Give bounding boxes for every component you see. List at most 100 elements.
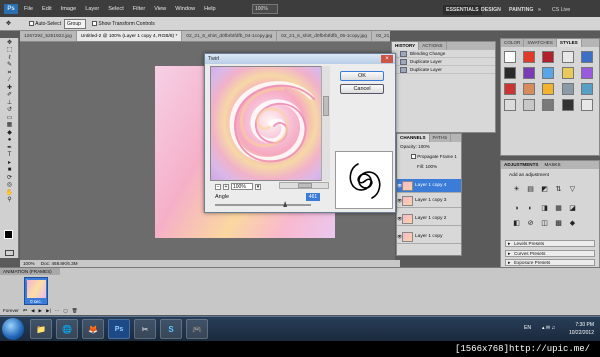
menu-help[interactable]: Help — [204, 3, 216, 15]
tray-icons[interactable]: ▴ ✉ ♫ — [542, 324, 555, 332]
layer-row[interactable]: 👁 Layer 1 copy 2 — [397, 212, 461, 226]
style-swatch[interactable] — [561, 83, 574, 95]
eyedropper-icon[interactable]: ⁄ — [3, 77, 16, 83]
healing-icon[interactable]: ✚ — [3, 85, 16, 91]
style-swatch[interactable] — [542, 83, 555, 95]
dodge-icon[interactable]: ● — [3, 137, 16, 143]
tab-channels[interactable]: CHANNELS — [397, 134, 430, 142]
history-item[interactable]: Blending Change — [392, 50, 495, 58]
tab-swatches[interactable]: SWATCHES — [524, 39, 557, 47]
brush-icon[interactable]: ✐ — [3, 92, 16, 98]
menu-edit[interactable]: Edit — [42, 3, 52, 15]
next-frame-icon[interactable]: ▶| — [46, 308, 51, 314]
adjustment-type-icon[interactable]: ◫ — [539, 219, 550, 228]
menu-window[interactable]: Window — [175, 3, 195, 15]
preview-horizontal-scrollbar[interactable] — [279, 182, 329, 189]
fill-control[interactable]: Fill: 100% — [417, 164, 437, 169]
type-icon[interactable]: T — [3, 152, 16, 158]
close-icon[interactable]: × — [381, 55, 393, 63]
menu-select[interactable]: Select — [108, 3, 124, 15]
zoom-icon[interactable]: ⚲ — [3, 197, 16, 203]
style-swatch[interactable] — [523, 67, 536, 79]
tab-history[interactable]: HISTORY — [392, 42, 420, 50]
style-swatch[interactable] — [523, 51, 536, 63]
style-swatch[interactable] — [580, 67, 593, 79]
game-taskbar-icon[interactable]: 🎮 — [186, 319, 208, 339]
workspace-painting[interactable]: PAINTING — [509, 5, 533, 15]
cs-live-button[interactable]: CS Live — [552, 5, 570, 15]
menu-filter[interactable]: Filter — [133, 3, 145, 15]
quick-mask-icon[interactable] — [5, 250, 14, 256]
style-swatch[interactable] — [580, 83, 593, 95]
snipping-taskbar-icon[interactable]: ✂ — [134, 319, 156, 339]
menu-view[interactable]: View — [154, 3, 166, 15]
menu-layer[interactable]: Layer — [85, 3, 99, 15]
eye-icon[interactable]: 👁 — [397, 234, 402, 239]
adjustment-type-icon[interactable]: ◪ — [567, 204, 578, 213]
cancel-button[interactable]: Cancel — [340, 84, 384, 94]
style-swatch[interactable] — [561, 51, 574, 63]
zoom-out-button[interactable]: − — [215, 183, 221, 190]
tab-paths[interactable]: PATHS — [430, 134, 452, 142]
adjustment-type-icon[interactable]: ◐ — [525, 204, 536, 213]
hand-icon[interactable]: ✋ — [3, 190, 16, 196]
tab-doc-3[interactable]: 02_21_6_shirt_d0fbrbtfdfb_04-1copy.jpg — [182, 31, 278, 41]
adjustment-type-icon[interactable]: ◨ — [539, 204, 550, 213]
show-transform-checkbox[interactable] — [92, 21, 97, 27]
tween-icon[interactable]: ⋯ — [55, 308, 60, 314]
adjustment-type-icon[interactable]: ▽ — [567, 185, 578, 194]
clock-time[interactable]: 7:30 PM — [575, 321, 594, 329]
propagate-frame-option[interactable]: Propagate Frame 1 — [411, 154, 457, 160]
eye-icon[interactable]: 👁 — [397, 216, 402, 221]
play-icon[interactable]: ▶ — [39, 308, 43, 314]
animation-frame[interactable]: 1 0 sec. — [24, 277, 48, 305]
opacity-value[interactable]: 100% — [418, 144, 430, 149]
tab-styles[interactable]: STYLES — [556, 39, 582, 47]
zoom-level-select[interactable]: 100% — [252, 4, 278, 14]
show-transform-option[interactable]: Show Transform Controls — [92, 21, 155, 27]
zoom-dropdown-icon[interactable]: ▾ — [255, 183, 261, 190]
style-swatch[interactable] — [561, 99, 574, 111]
loop-select[interactable]: Forever — [3, 308, 19, 314]
path-select-icon[interactable]: ▸ — [3, 160, 16, 166]
scroll-thumb[interactable] — [323, 96, 329, 116]
tab-doc-untitled-2[interactable]: Untitled-2 @ 100% (Layer 1 copy 4, RGB/8… — [76, 31, 183, 41]
foreground-color-swatch[interactable] — [4, 230, 13, 239]
workspaces-more[interactable]: » — [538, 5, 541, 15]
style-swatch[interactable] — [542, 67, 555, 79]
zoom-in-button[interactable]: + — [223, 183, 229, 190]
history-item[interactable]: Duplicate Layer — [392, 66, 495, 74]
menu-image[interactable]: Image — [61, 3, 77, 15]
start-button-icon[interactable] — [2, 318, 24, 340]
style-swatch[interactable] — [561, 67, 574, 79]
style-swatch[interactable] — [504, 99, 516, 111]
browser-taskbar-icon[interactable]: 🌐 — [56, 319, 78, 339]
history-item[interactable]: Duplicate Layer — [392, 58, 495, 66]
tab-doc-1[interactable]: 1267292_5251922.jpg — [20, 31, 77, 41]
opacity-control[interactable]: Opacity: 100% — [400, 144, 430, 149]
delete-frame-icon[interactable]: 🗑 — [72, 308, 78, 314]
status-zoom[interactable]: 100% — [23, 260, 35, 267]
adjustment-type-icon[interactable]: ▤ — [525, 185, 536, 194]
lasso-icon[interactable]: ℓ — [3, 55, 16, 61]
adjustment-type-icon[interactable]: ◧ — [511, 219, 522, 228]
style-swatch[interactable] — [504, 51, 516, 63]
adjustment-type-icon[interactable]: ◑ — [511, 204, 522, 213]
eye-icon[interactable]: 👁 — [397, 183, 402, 188]
eye-icon[interactable]: 👁 — [397, 198, 402, 203]
workspace-essentials[interactable]: ESSENTIALS — [443, 5, 482, 15]
prev-frame-icon[interactable]: ◀ — [31, 308, 35, 314]
auto-select-target[interactable]: Group — [64, 19, 86, 29]
skype-taskbar-icon[interactable]: S — [160, 319, 182, 339]
firefox-taskbar-icon[interactable]: 🦊 — [82, 319, 104, 339]
propagate-checkbox[interactable] — [411, 154, 416, 160]
3d-orbit-icon[interactable]: ◎ — [3, 182, 16, 188]
marquee-icon[interactable]: ⬚ — [3, 47, 16, 53]
fill-value[interactable]: 100% — [425, 164, 437, 169]
tab-actions[interactable]: ACTIONS — [419, 42, 447, 50]
angle-slider-thumb[interactable] — [283, 201, 288, 207]
style-swatch[interactable] — [523, 83, 536, 95]
adjustment-type-icon[interactable]: ◆ — [567, 219, 578, 228]
style-swatch[interactable] — [542, 51, 555, 63]
stamp-icon[interactable]: ⊥ — [3, 100, 16, 106]
